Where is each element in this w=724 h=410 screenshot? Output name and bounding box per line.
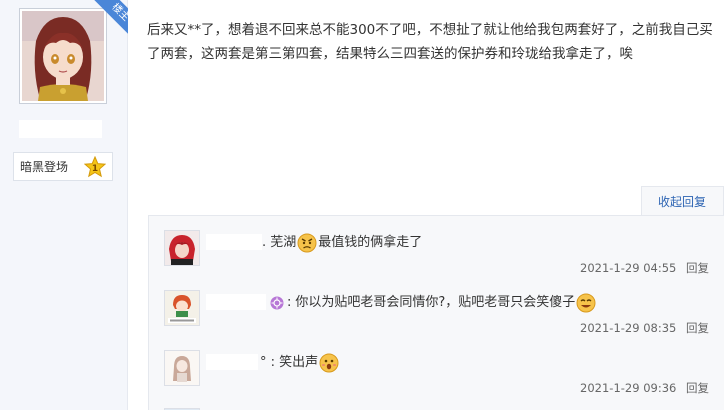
reply-button[interactable]: 回复: [686, 381, 709, 395]
reply-avatar[interactable]: [164, 350, 200, 386]
reply-time: 2021-1-29 09:36: [580, 381, 677, 395]
reply-author-name-suffix[interactable]: ° : 笑出声: [260, 352, 318, 374]
reply-text-line: ° : 笑出声: [260, 352, 340, 374]
author-name-redacted: [19, 120, 102, 138]
vip-icon: [270, 296, 284, 310]
author-column: 楼主 暗黑登场 1: [0, 0, 128, 410]
reply-time: 2021-1-29 04:55: [580, 261, 677, 275]
collapse-replies-button[interactable]: 收起回复: [641, 186, 724, 216]
reply-meta: 2021-1-29 09:36 回复: [580, 380, 709, 396]
reply-content: 你以为贴吧老哥会同情你?，贴吧老哥只会笑傻子: [295, 295, 576, 310]
reply-author-name-suffix[interactable]: . 芜湖: [262, 232, 296, 254]
chibi-sticker-avatar-image: [165, 291, 199, 325]
reply-author-redacted: [206, 354, 258, 370]
reply-button[interactable]: 回复: [686, 321, 709, 335]
reply-item: : 你以为贴吧老哥会同情你?，贴吧老哥只会笑傻子 2021-1-29 08:35…: [164, 290, 709, 336]
reply-avatar[interactable]: [164, 290, 200, 326]
level-badge[interactable]: 暗黑登场 1: [13, 152, 113, 181]
reply-author-redacted: [206, 294, 266, 310]
reply-content: 最值钱的俩拿走了: [318, 235, 423, 250]
reply-item: . 芜湖 最值钱的俩拿走了 2021-1-29 04:55 回复: [164, 230, 709, 276]
thread-starter-ribbon: 楼主: [90, 0, 128, 38]
shocked-face-emoji-icon: [319, 353, 339, 373]
sketch-girl-avatar-image: [165, 351, 199, 385]
reply-author-name-suffix[interactable]: :: [287, 292, 291, 314]
reply-meta: 2021-1-29 08:35 回复: [580, 320, 709, 336]
thread-starter-badge: 楼主: [93, 0, 128, 38]
reply-text-line: : 你以为贴吧老哥会同情你?，贴吧老哥只会笑傻子: [270, 292, 597, 314]
reply-text-line: . 芜湖 最值钱的俩拿走了: [262, 232, 422, 254]
angry-face-emoji-icon: [297, 233, 317, 253]
reply-author-redacted: [206, 234, 262, 250]
red-hair-avatar-image: [165, 231, 199, 265]
laughing-face-emoji-icon: [576, 293, 596, 313]
post-content: 后来又**了，想着退不回来总不能300不了吧，不想扯了就让他给我包两套好了，之前…: [147, 22, 713, 62]
level-number: 1: [92, 164, 98, 174]
reply-list: . 芜湖 最值钱的俩拿走了 2021-1-29 04:55 回复: 你以为贴吧…: [148, 215, 724, 410]
reply-item: ° : 笑出声 2021-1-29 09:36 回复: [164, 350, 709, 396]
level-name: 暗黑登场: [20, 160, 69, 174]
reply-avatar[interactable]: [164, 230, 200, 266]
reply-button[interactable]: 回复: [686, 261, 709, 275]
reply-meta: 2021-1-29 04:55 回复: [580, 260, 709, 276]
level-star-icon: 1: [84, 155, 106, 178]
reply-time: 2021-1-29 08:35: [580, 321, 677, 335]
